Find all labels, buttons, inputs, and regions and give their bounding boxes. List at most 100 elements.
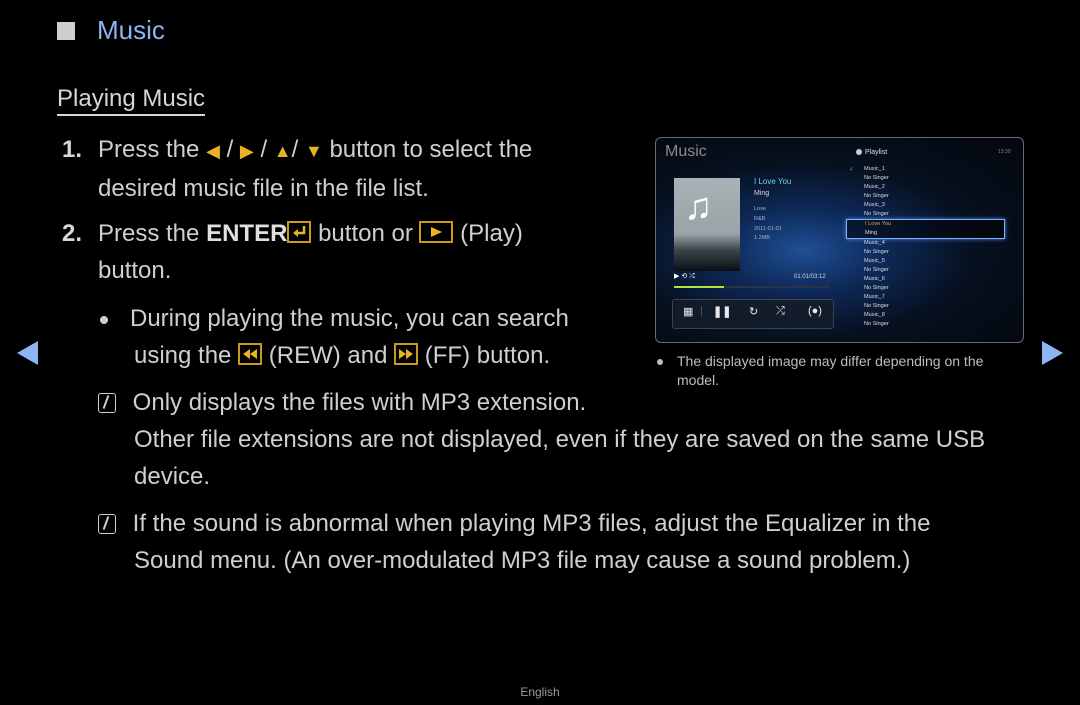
note-text: Sound menu. (An over-modulated MP3 file … [134, 547, 911, 574]
album-name: Love [754, 206, 766, 212]
playlist: Music_1 No Singer Music_2 No Singer Music_3 N… [846, 165, 1021, 329]
note-text: device. [134, 463, 211, 490]
down-arrow-icon: ▼ [304, 141, 323, 161]
enter-key-icon [287, 221, 312, 243]
playlist-item[interactable]: Music_6 No Singer [861, 275, 1021, 293]
right-arrow-icon: ▶ [239, 141, 254, 161]
step-text: Press the [98, 220, 200, 247]
genre: R&B [754, 216, 766, 222]
music-note-icon: ♫ [684, 186, 713, 228]
note-1: Only displays the files with MP3 extensi… [98, 384, 1058, 495]
step-2: 2. Press the ENTER button or (Play) butto… [62, 215, 523, 289]
now-playing-song: I Love You [754, 177, 792, 186]
playlist-item-title: I Love You [865, 221, 892, 227]
shuffle-icon[interactable]: ⤮ [776, 305, 785, 318]
playlist-item-title: Music_3 [864, 202, 885, 208]
player-title: Music [665, 143, 707, 160]
now-playing-artist: Ming [754, 190, 770, 197]
playlist-icon [856, 149, 862, 155]
footer-language: English [520, 685, 560, 699]
square-bullet-icon [57, 22, 75, 40]
separator: / [260, 136, 268, 163]
separator: / [291, 136, 299, 163]
playlist-item[interactable]: Music_2 No Singer [861, 183, 1021, 201]
playlist-item-artist: No Singer [864, 193, 889, 199]
section-title: Music [97, 15, 165, 45]
image-caption: The displayed image may differ depending… [657, 352, 1027, 390]
clock: 13:30 [998, 149, 1011, 155]
caption-text: The displayed image may differ depending… [677, 353, 984, 369]
playlist-item[interactable]: Music_4 No Singer [861, 239, 1021, 257]
progress-bar[interactable] [674, 286, 830, 288]
playback-time: 01:01/03:12 [794, 274, 826, 280]
bullet-text: During playing the music, you can search [130, 305, 569, 332]
playlist-label: Playlist [865, 149, 888, 156]
playlist-item-title: Music_4 [864, 240, 885, 246]
file-size: 1.2MB [754, 235, 770, 241]
control-bar: ▦ | ❚❚ ↻ ⤮ (●) [672, 299, 834, 329]
enter-key-label: ENTER [206, 220, 288, 247]
step-text-line2: desired music file in the file list. [98, 175, 429, 202]
note-text: If the sound is abnormal when playing MP… [132, 510, 931, 537]
playlist-item-title: Music_1 [864, 166, 885, 172]
up-arrow-icon: ▲ [273, 141, 292, 161]
note-text: Only displays the files with MP3 extensi… [132, 389, 587, 416]
playlist-item-artist: No Singer [864, 175, 889, 181]
left-arrow-icon: ◀ [206, 141, 220, 161]
playlist-item-title: Music_7 [864, 294, 885, 300]
next-page-arrow-icon[interactable] [1042, 341, 1063, 365]
ff-key-icon [394, 343, 419, 365]
play-label: (Play) [460, 220, 523, 247]
ff-label: (FF) button. [424, 342, 551, 369]
note-2: If the sound is abnormal when playing MP… [98, 505, 1058, 579]
playlist-item[interactable]: Music_3 No Singer [861, 201, 1021, 219]
playlist-item-artist: No Singer [864, 303, 889, 309]
note-icon [98, 393, 116, 413]
sound-mode-icon[interactable]: (●) [808, 305, 822, 317]
step-1: 1. Press the ◀ / ▶ / ▲/ ▼ button to selec… [62, 131, 532, 207]
rew-key-icon [238, 343, 263, 365]
note-icon [98, 514, 116, 534]
playlist-item-title: Music_8 [864, 312, 885, 318]
playlist-item-title: Music_5 [864, 258, 885, 264]
playlist-item-title: Music_2 [864, 184, 885, 190]
playlist-item-artist: No Singer [864, 285, 889, 291]
playlist-item[interactable]: Music_1 No Singer [861, 165, 1021, 183]
divider: | [700, 305, 703, 317]
playlist-header: Playlist [856, 149, 887, 156]
step-text-line2: button. [98, 257, 172, 284]
step-number: 1. [62, 136, 83, 163]
step-text: button to select the [329, 136, 533, 163]
rew-label: (REW) and [268, 342, 388, 369]
step-text: button or [318, 220, 413, 247]
playlist-item[interactable]: Music_5 No Singer [861, 257, 1021, 275]
subsection-title: Playing Music [57, 84, 206, 116]
playlist-item-artist: No Singer [864, 321, 889, 327]
playlist-item[interactable]: Music_8 No Singer [861, 311, 1021, 329]
playlist-item[interactable]: I Love You Ming [846, 219, 1005, 239]
playlist-item[interactable]: Music_7 No Singer [861, 293, 1021, 311]
playlist-item-artist: Ming [865, 230, 878, 236]
bullet-dot-icon [100, 315, 108, 324]
step-number: 2. [62, 220, 83, 247]
step-text: Press the [98, 136, 200, 163]
grid-menu-icon[interactable]: ▦ [683, 305, 693, 318]
repeat-icon[interactable]: ↻ [749, 305, 758, 318]
bullet-dot-icon [657, 359, 663, 366]
play-state-icons: ▶ ⟲ ⤮ [674, 273, 695, 280]
progress-fill [674, 286, 724, 288]
music-player-screenshot: Music ♫ I Love You Ming Love R&B 2011-01… [655, 137, 1024, 343]
pause-icon[interactable]: ❚❚ [713, 305, 731, 318]
bullet-text: using the [134, 342, 232, 369]
playlist-item-artist: No Singer [864, 249, 889, 255]
play-key-icon [419, 221, 454, 243]
checkmark-icon: ✓ [849, 167, 855, 173]
release-date: 2011-01-01 [754, 226, 782, 232]
caption-text: model. [677, 372, 720, 388]
note-text: Other file extensions are not displayed,… [134, 426, 986, 453]
playlist-item-title: Music_6 [864, 276, 885, 282]
playlist-item-artist: No Singer [864, 211, 889, 217]
playlist-item-artist: No Singer [864, 267, 889, 273]
album-art: ♫ [674, 178, 740, 271]
previous-page-arrow-icon[interactable] [17, 341, 38, 365]
